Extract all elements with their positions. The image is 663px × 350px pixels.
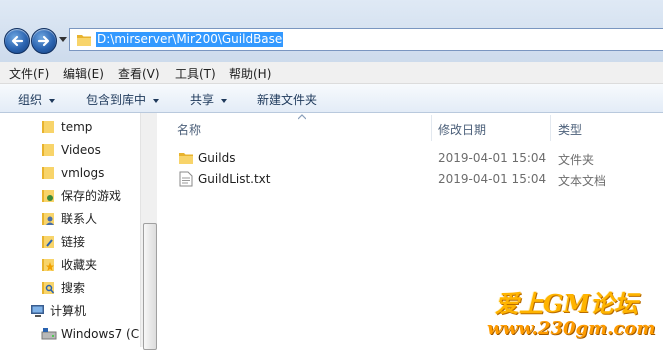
column-divider[interactable] [431,115,432,141]
nav-item-label: vmlogs [61,166,105,180]
favorites-icon [42,259,54,271]
menu-tools[interactable]: 工具(T) [175,65,216,82]
search-folder-icon [42,282,55,294]
contacts-icon [42,213,54,225]
nav-item-label: 保存的游戏 [61,189,122,203]
file-modified: 2019-04-01 15:04 [438,151,547,165]
folder-icon [42,167,54,179]
links-icon [42,236,54,248]
forward-button[interactable] [31,28,57,54]
folder-icon [77,35,91,46]
drive-icon [41,328,57,340]
share-label: 共享 [190,93,215,107]
folder-icon [42,144,54,156]
chevron-down-icon [153,98,160,103]
new-folder-button[interactable]: 新建文件夹 [257,91,317,108]
watermark-title: 爱上GM论坛 [495,289,639,318]
command-bar: 组织 包含到库中 共享 新建文件夹 [0,84,663,113]
nav-item-label: 计算机 [50,304,87,318]
column-header-name[interactable]: 名称 [177,121,201,138]
folder-icon [179,153,193,164]
include-in-library-button[interactable]: 包含到库中 [86,91,160,108]
address-bar-row: D:\mirserver\Mir200\GuildBase [0,0,663,62]
address-path[interactable]: D:\mirserver\Mir200\GuildBase [96,32,284,47]
nav-item-label: 搜索 [61,281,86,295]
watermark-url: www.230gm.com [487,318,656,339]
forward-arrow-icon [37,35,50,47]
menu-edit[interactable]: 编辑(E) [63,65,104,82]
nav-item-label: temp [61,120,93,134]
menu-help[interactable]: 帮助(H) [229,65,271,82]
file-name[interactable]: Guilds [198,151,235,165]
nav-item-label: 联系人 [61,212,98,226]
scrollbar-thumb[interactable] [143,223,157,350]
nav-item-label: Windows7 (C: [61,327,144,341]
column-divider[interactable] [550,115,551,141]
nav-item-label: 链接 [61,235,86,249]
navigation-scrollbar[interactable] [140,113,158,350]
column-header-type[interactable]: 类型 [558,121,582,138]
navigation-pane: temp Videos vmlogs 保存的游戏 联系人 链接 收藏夹 搜索 计… [0,113,157,347]
menu-file[interactable]: 文件(F) [9,65,49,82]
back-button[interactable] [4,28,30,54]
nav-item-label: Videos [61,143,101,157]
menu-bar: 文件(F) 编辑(E) 查看(V) 工具(T) 帮助(H) [0,62,663,84]
folder-icon [42,121,54,133]
file-type: 文本文档 [558,174,607,188]
file-modified: 2019-04-01 15:04 [438,172,547,186]
share-button[interactable]: 共享 [190,91,228,108]
computer-icon [31,305,44,317]
recent-pages-dropdown[interactable] [59,37,67,42]
address-bar[interactable]: D:\mirserver\Mir200\GuildBase [69,28,663,51]
back-arrow-icon [11,35,24,47]
text-file-icon [179,171,193,187]
chevron-down-icon [49,98,56,103]
nav-item-label: 收藏夹 [61,258,98,272]
organize-button[interactable]: 组织 [18,91,56,108]
menu-view[interactable]: 查看(V) [118,65,160,82]
chevron-down-icon [221,98,228,103]
watermark-logo: 爱上GM论坛 www.230gm.com [487,284,663,344]
saved-games-icon [42,190,54,202]
file-type: 文件夹 [558,153,595,167]
organize-label: 组织 [18,93,43,107]
sort-ascending-icon [298,114,306,120]
column-header-modified[interactable]: 修改日期 [438,121,486,138]
file-name[interactable]: GuildList.txt [198,172,271,186]
include-library-label: 包含到库中 [86,93,147,107]
